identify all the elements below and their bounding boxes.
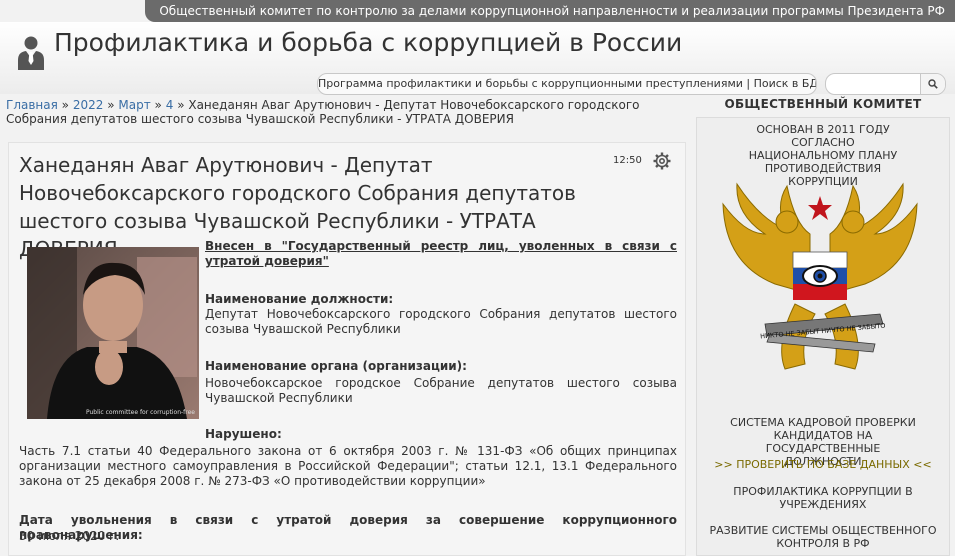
- breadcrumb-separator: »: [154, 98, 162, 112]
- breadcrumb-year[interactable]: 2022: [73, 98, 104, 112]
- breadcrumb-separator: »: [177, 98, 185, 112]
- sidebar: ОБЩЕСТВЕННЫЙ КОМИТЕТ ОСНОВАН В 2011 ГОДУ…: [696, 97, 950, 556]
- person-photo-image: [27, 247, 199, 419]
- nav-bar[interactable]: Программа профилактики и борьбы с корруп…: [317, 73, 817, 95]
- breadcrumb: Главная » 2022 » Март » 4 » Ханеданян Ав…: [6, 98, 686, 126]
- gear-icon[interactable]: [652, 151, 672, 171]
- registry-link[interactable]: Внесен в "Государственный реестр лиц, ув…: [205, 239, 677, 269]
- search-input[interactable]: [826, 74, 920, 94]
- org-value: Новочебоксарское городское Собрание депу…: [205, 376, 677, 405]
- public-control-link[interactable]: РАЗВИТИЕ СИСТЕМЫ ОБЩЕСТВЕННОГО КОНТРОЛЯ …: [697, 524, 949, 550]
- violation-label: Нарушено:: [205, 427, 282, 441]
- breadcrumb-separator: »: [61, 98, 70, 112]
- breadcrumb-separator: »: [107, 98, 115, 112]
- photo-caption: Public committee for corruption-free: [85, 409, 195, 416]
- org-label: Наименование органа (организации):: [205, 359, 467, 373]
- site-title[interactable]: Профилактика и борьба с коррупцией в Рос…: [54, 28, 682, 57]
- sidebar-panel: ОСНОВАН В 2011 ГОДУ СОГЛАСНО НАЦИОНАЛЬНО…: [696, 117, 950, 556]
- dismissal-value: 30 июля 2020 г.: [19, 529, 120, 543]
- prevention-link[interactable]: ПРОФИЛАКТИКА КОРРУПЦИИ В УЧРЕЖДЕНИЯХ: [697, 485, 949, 511]
- double-headed-eagle-emblem[interactable]: НИКТО НЕ ЗАБЫТ НИЧТО НЕ ЗАБЫТО: [715, 174, 925, 384]
- position-value: Депутат Новочебоксарского городского Соб…: [205, 307, 677, 336]
- top-banner: Общественный комитет по контролю за дела…: [145, 0, 955, 22]
- breadcrumb-month[interactable]: Март: [118, 98, 150, 112]
- breadcrumb-home[interactable]: Главная: [6, 98, 58, 112]
- person-tie-icon[interactable]: [16, 34, 46, 70]
- article-time: 12:50: [613, 155, 642, 166]
- breadcrumb-day[interactable]: 4: [166, 98, 174, 112]
- position-label: Наименование должности:: [205, 292, 394, 306]
- violation-value: Часть 7.1 статьи 40 Федерального закона …: [19, 444, 677, 488]
- search-button[interactable]: [920, 74, 945, 94]
- article: Ханеданян Аваг Арутюнович - Депутат Ново…: [8, 142, 686, 556]
- search-icon: [928, 79, 938, 89]
- person-photo: Public committee for corruption-free: [27, 247, 199, 419]
- check-database-link[interactable]: >> ПРОВЕРИТЬ ПО БАЗЕ ДАННЫХ <<: [697, 458, 949, 471]
- sidebar-header: ОБЩЕСТВЕННЫЙ КОМИТЕТ: [724, 97, 922, 111]
- search-box: [825, 73, 946, 95]
